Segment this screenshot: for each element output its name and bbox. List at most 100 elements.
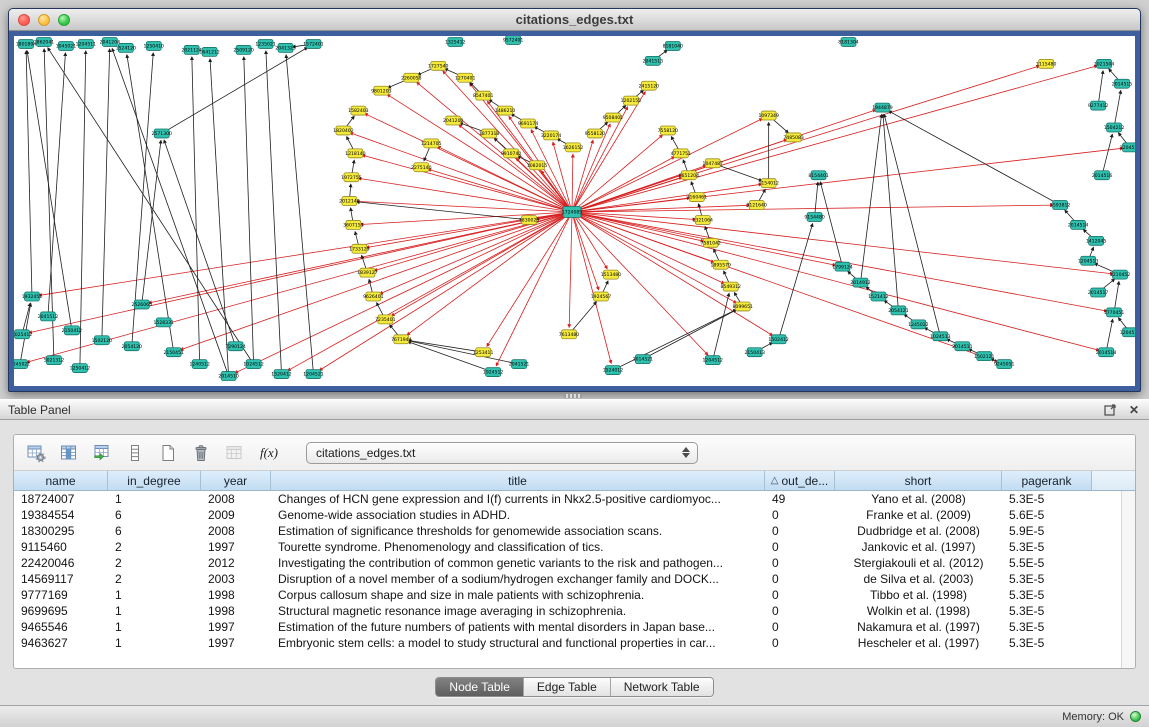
graph-node[interactable]: 9558120	[585, 129, 606, 138]
table-row[interactable]: 946554611997Estimation of the future num…	[14, 619, 1121, 635]
graph-node[interactable]: 1839127	[357, 268, 378, 277]
graph-node[interactable]: 1524120	[116, 43, 137, 52]
graph-node[interactable]: 5021312	[44, 356, 65, 365]
graph-node[interactable]: 2150412	[62, 326, 83, 335]
graph-node[interactable]: 3220174	[541, 131, 562, 140]
graph-node[interactable]: 7613480	[559, 330, 580, 339]
graph-node[interactable]: 2014510	[218, 372, 239, 381]
zoom-button[interactable]	[58, 14, 70, 26]
graph-node[interactable]: 1412045	[1086, 236, 1107, 245]
graph-edge[interactable]	[286, 55, 313, 374]
graph-node[interactable]: 8154401	[808, 171, 829, 180]
graph-edge[interactable]	[572, 212, 1099, 350]
graph-node[interactable]: 1082015	[527, 161, 548, 170]
graph-edge[interactable]	[1114, 91, 1121, 128]
graph-node[interactable]: 1204512	[703, 356, 724, 365]
row-height-icon[interactable]	[123, 441, 147, 465]
graph-node[interactable]: 1321064	[693, 215, 714, 224]
graph-node[interactable]: 1524012	[603, 366, 624, 375]
graph-edge[interactable]	[643, 310, 737, 359]
graph-node[interactable]: 2041325	[275, 43, 296, 52]
graph-node[interactable]: 8181040	[663, 41, 684, 50]
graph-node[interactable]: 1115480	[1036, 59, 1057, 68]
graph-node[interactable]: 2014518	[1096, 348, 1117, 357]
panel-splitter[interactable]	[0, 392, 1149, 399]
graph-edge[interactable]	[387, 94, 572, 212]
graph-edge[interactable]	[180, 212, 572, 350]
graph-node[interactable]: 1204515	[1120, 328, 1135, 337]
graph-node[interactable]: 7671944	[391, 335, 412, 344]
column-header-title[interactable]: title	[271, 471, 765, 490]
graph-node[interactable]: 1972755	[341, 173, 362, 182]
graph-node[interactable]: 2041202	[443, 116, 464, 125]
graph-node[interactable]: 2014912	[850, 278, 871, 287]
graph-node[interactable]: 8547401	[473, 91, 494, 100]
graph-node[interactable]: 3160461	[687, 193, 708, 202]
graph-edge[interactable]	[860, 114, 881, 282]
graph-edge[interactable]	[779, 224, 813, 340]
table-row[interactable]: 1872400712008Changes of HCN gene express…	[14, 491, 1121, 507]
graph-node[interactable]: 1521412	[868, 292, 889, 301]
graph-node[interactable]: 1204511	[76, 39, 97, 48]
column-header-short[interactable]: short	[835, 471, 1002, 490]
graph-edge[interactable]	[356, 202, 529, 220]
graph-node[interactable]: 1204514	[1120, 143, 1135, 152]
graph-node[interactable]: 1235021	[255, 39, 276, 48]
table-row[interactable]: 911546021997Tourette syndrome. Phenomeno…	[14, 539, 1121, 555]
graph-node[interactable]: 1204513	[1078, 256, 1099, 265]
graph-edge[interactable]	[417, 82, 572, 212]
graph-node[interactable]: 1250410	[144, 41, 165, 50]
graph-edge[interactable]	[572, 148, 1123, 212]
table-selector-dropdown[interactable]: citations_edges.txt	[306, 442, 698, 464]
graph-edge[interactable]	[572, 212, 599, 290]
graph-edge[interactable]	[470, 83, 572, 212]
graph-node[interactable]: 1021504	[1094, 59, 1115, 68]
graph-node[interactable]: 1641212	[199, 47, 220, 56]
graph-node[interactable]: 2014515	[1112, 79, 1133, 88]
graph-node[interactable]: 2014514	[1068, 220, 1089, 229]
graph-node[interactable]: 7485083	[783, 133, 804, 142]
graph-edge[interactable]	[408, 340, 483, 352]
graph-node[interactable]: 1253411	[473, 348, 494, 357]
graph-node[interactable]: 2150451	[163, 348, 184, 357]
graph-node[interactable]: 9508401	[603, 113, 624, 122]
graph-edge[interactable]	[162, 48, 308, 134]
graph-node[interactable]: 1025412	[14, 330, 32, 339]
graph-node[interactable]: 8099651	[732, 302, 753, 311]
graph-node[interactable]: 2054121	[888, 306, 909, 315]
graph-node[interactable]: 2041204	[100, 37, 121, 46]
graph-node[interactable]: 2571300	[152, 129, 173, 138]
graph-node[interactable]: 1932451	[22, 292, 43, 301]
graph-node[interactable]: 1895579	[711, 260, 732, 269]
minimize-button[interactable]	[38, 14, 50, 26]
graph-node[interactable]: 7558120	[658, 126, 679, 135]
column-header-in-degree[interactable]: in_degree	[108, 471, 201, 490]
graph-node[interactable]: 9626401	[363, 292, 384, 301]
graph-node[interactable]: 2014516	[1092, 171, 1113, 180]
graph-node[interactable]: 1513480	[601, 270, 622, 279]
column-header-year[interactable]: year	[201, 471, 271, 490]
graph-node[interactable]: 6651204	[679, 171, 700, 180]
table-row[interactable]: 1456911722003Disruption of a novel membe…	[14, 571, 1121, 587]
graph-node[interactable]: 1325412	[445, 37, 466, 46]
table-row[interactable]: 1938455462009Genome-wide association stu…	[14, 507, 1121, 523]
graph-node[interactable]: 1270401	[455, 73, 476, 82]
graph-node[interactable]: 1924512	[483, 368, 504, 377]
window-titlebar[interactable]: citations_edges.txt	[9, 9, 1140, 31]
graph-edge[interactable]	[1102, 134, 1112, 175]
graph-node[interactable]: 1877318	[479, 129, 500, 138]
graph-node[interactable]: 1770451	[1104, 308, 1125, 317]
graph-edge[interactable]	[572, 212, 737, 303]
graph-node[interactable]: 1204521	[303, 370, 324, 379]
graph-node[interactable]: 3121640	[746, 201, 767, 210]
graph-edge[interactable]	[572, 154, 573, 212]
show-columns-icon[interactable]	[57, 441, 81, 465]
graph-node[interactable]: 1245021	[14, 360, 30, 369]
graph-edge[interactable]	[1106, 319, 1113, 352]
graph-node[interactable]: 4771751	[671, 149, 692, 158]
graph-node[interactable]: 2260058	[401, 73, 422, 82]
graph-node[interactable]: 1045021	[56, 41, 77, 50]
graph-edge[interactable]	[884, 114, 940, 336]
graph-edge[interactable]	[26, 51, 32, 297]
graph-node[interactable]: 1024513	[930, 332, 951, 341]
